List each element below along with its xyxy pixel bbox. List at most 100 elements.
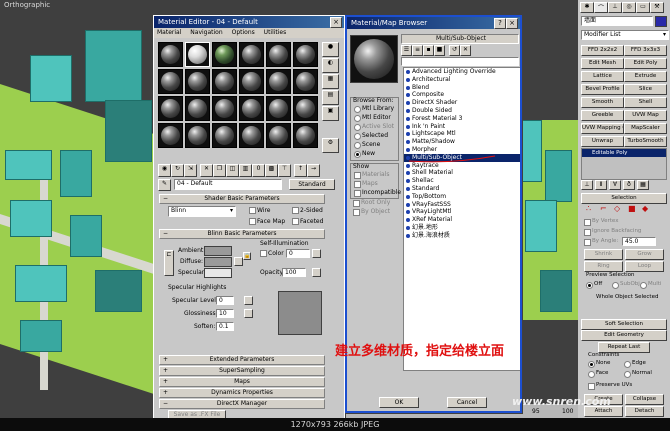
pin-stack-icon[interactable]: ⊥ xyxy=(581,180,593,190)
remove-modifier-icon[interactable]: ð xyxy=(623,180,635,190)
motion-tab-icon[interactable]: ◎ xyxy=(622,2,636,13)
rollout-supersampling[interactable]: + SuperSampling xyxy=(159,366,325,376)
material-slot[interactable] xyxy=(185,69,210,94)
rollout-dynamics-properties[interactable]: + Dynamics Properties xyxy=(159,388,325,398)
menu-material[interactable]: Material xyxy=(157,29,181,36)
modifier-button[interactable]: MapScaler xyxy=(624,123,667,134)
soften-spinner[interactable]: 0.1 xyxy=(216,322,234,331)
menu-options[interactable]: Options xyxy=(232,29,255,36)
show-end-icon[interactable]: ⊤ xyxy=(278,164,291,177)
list-item[interactable]: VRayFastSSS xyxy=(404,201,520,209)
modify-tab-icon[interactable]: ⌒ xyxy=(594,2,608,13)
modifier-button[interactable]: Shell xyxy=(624,97,667,108)
element-icon[interactable]: ◆ xyxy=(642,204,648,213)
configure-sets-icon[interactable]: ▦ xyxy=(637,180,649,190)
material-slot[interactable] xyxy=(293,69,318,94)
background-icon[interactable]: ▦ xyxy=(322,74,339,89)
face-map-checkbox[interactable] xyxy=(249,218,256,225)
preview-multi-radio[interactable] xyxy=(640,282,647,289)
modifier-button[interactable]: UVW Mapping Cl xyxy=(581,123,624,134)
diffuse-map-button[interactable] xyxy=(234,257,243,266)
list-item[interactable]: Composite xyxy=(404,91,520,99)
two-sided-checkbox[interactable] xyxy=(292,207,299,214)
modifier-button[interactable]: Edit Poly xyxy=(624,58,667,69)
list-item[interactable]: Matte/Shadow xyxy=(404,138,520,146)
list-item[interactable]: Shell Material xyxy=(404,169,520,177)
show-maps-checkbox[interactable] xyxy=(354,181,361,188)
list-item[interactable]: Morpher xyxy=(404,146,520,154)
lock-icon[interactable]: ⊏ xyxy=(164,250,174,276)
sample-type-icon[interactable]: ● xyxy=(322,42,339,57)
material-slot[interactable] xyxy=(185,96,210,121)
hierarchy-tab-icon[interactable]: ⊥ xyxy=(608,2,622,13)
material-slot[interactable] xyxy=(212,123,237,148)
preview-subobj-radio[interactable] xyxy=(612,282,619,289)
modifier-button[interactable]: Slice xyxy=(624,84,667,95)
material-slot[interactable] xyxy=(158,42,183,67)
ok-button[interactable]: OK xyxy=(379,397,419,408)
rollout-maps[interactable]: + Maps xyxy=(159,377,325,387)
glossiness-spinner[interactable]: 10 xyxy=(216,309,234,318)
color-checkbox[interactable] xyxy=(260,250,267,257)
show-materials-checkbox[interactable] xyxy=(354,172,361,179)
view-large-icons-icon[interactable]: ■ xyxy=(434,45,445,56)
specular-swatch[interactable] xyxy=(204,268,232,278)
constraint-edge-radio[interactable] xyxy=(624,361,631,368)
options-icon[interactable]: ⚙ xyxy=(322,138,339,153)
list-item[interactable]: Blend xyxy=(404,84,520,92)
go-sibling-icon[interactable]: → xyxy=(307,164,320,177)
border-icon[interactable]: ◇ xyxy=(614,204,620,213)
modifier-button[interactable]: Edit Mesh xyxy=(581,58,624,69)
list-item[interactable]: Architectural xyxy=(404,76,520,84)
ignore-backfacing-checkbox[interactable] xyxy=(584,229,591,236)
opacity-map-button[interactable] xyxy=(312,268,321,277)
list-item[interactable]: Lightscape Mtl xyxy=(404,130,520,138)
modifier-button[interactable]: FFD 2x2x2 xyxy=(581,45,624,56)
rollout-shader-basic[interactable]: − Shader Basic Parameters xyxy=(159,194,325,204)
modifier-button[interactable]: FFD 3x3x3 xyxy=(624,45,667,56)
constraint-face-radio[interactable] xyxy=(588,371,595,378)
material-slot[interactable] xyxy=(239,42,264,67)
copy-icon[interactable]: ❐ xyxy=(213,164,226,177)
material-slot[interactable] xyxy=(266,123,291,148)
delete-icon[interactable]: ✕ xyxy=(460,45,471,56)
edge-icon[interactable]: ⌐ xyxy=(600,204,607,213)
material-slot[interactable] xyxy=(158,96,183,121)
material-slot[interactable] xyxy=(266,96,291,121)
material-slot[interactable] xyxy=(158,123,183,148)
edit-geometry-rollout[interactable]: Edit Geometry xyxy=(581,330,667,341)
material-type-button[interactable]: Standard xyxy=(289,179,335,190)
list-item[interactable]: Top/Bottom xyxy=(404,193,520,201)
list-item[interactable]: Shellac xyxy=(404,177,520,185)
assign-to-selection-icon[interactable]: ⇲ xyxy=(184,164,197,177)
rollout-extended-parameters[interactable]: + Extended Parameters xyxy=(159,355,325,365)
show-incompatible-checkbox[interactable] xyxy=(354,190,361,197)
material-slot[interactable] xyxy=(266,42,291,67)
list-item[interactable]: XRef Material xyxy=(404,216,520,224)
stack-item[interactable]: Editable Poly xyxy=(582,149,666,157)
radio-active-slot[interactable] xyxy=(354,124,361,131)
vertex-icon[interactable]: ∴ xyxy=(586,204,591,213)
view-small-icons-icon[interactable]: ▪ xyxy=(423,45,434,56)
detach-button[interactable]: Detach xyxy=(625,406,664,417)
rollout-directx-manager[interactable]: − DirectX Manager xyxy=(159,399,325,409)
by-vertex-checkbox[interactable] xyxy=(584,219,591,226)
ring-button[interactable]: Ring xyxy=(584,261,623,272)
color-map-button[interactable] xyxy=(312,249,321,258)
list-item[interactable]: VRayLightMtl xyxy=(404,208,520,216)
search-field[interactable] xyxy=(401,57,519,66)
by-angle-spinner[interactable]: 45.0 xyxy=(622,237,656,246)
polygon-icon[interactable]: ■ xyxy=(628,204,636,213)
radio-scene[interactable] xyxy=(354,142,361,149)
list-item[interactable]: Advanced Lighting Override xyxy=(404,68,520,76)
spec-level-spinner[interactable]: 0 xyxy=(216,296,234,305)
get-material-icon[interactable]: ◉ xyxy=(158,164,171,177)
modifier-button[interactable]: Bevel Profile xyxy=(581,84,624,95)
modifier-stack[interactable]: Editable Poly xyxy=(581,148,667,180)
selection-rollout[interactable]: Selection xyxy=(581,193,667,204)
color-spinner[interactable]: 0 xyxy=(286,249,310,258)
modifier-button[interactable]: Extrude xyxy=(624,71,667,82)
list-item[interactable]: DirectX Shader xyxy=(404,99,520,107)
material-slot[interactable] xyxy=(293,96,318,121)
list-item[interactable]: Forest Material 3 xyxy=(404,115,520,123)
